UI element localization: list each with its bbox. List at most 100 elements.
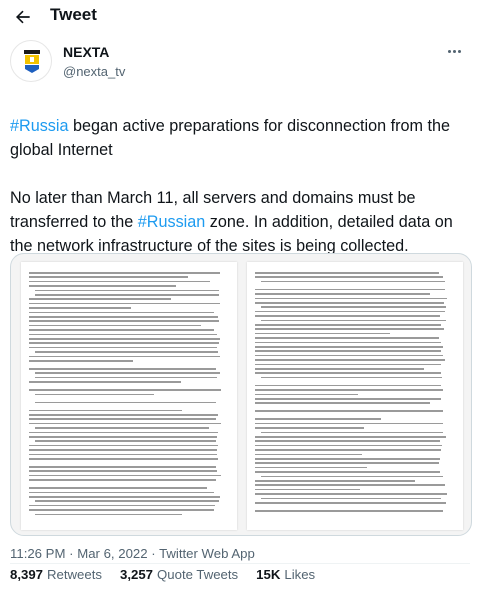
document-text-line	[29, 329, 214, 331]
document-text-line	[255, 493, 447, 495]
tweet-source[interactable]: Twitter Web App	[159, 546, 255, 561]
document-text-line	[29, 414, 218, 416]
document-page-right	[247, 262, 463, 530]
document-text-line	[255, 293, 431, 295]
document-text-line	[255, 324, 442, 326]
document-text-line	[261, 376, 442, 379]
document-text-line	[29, 496, 220, 498]
document-text-line	[29, 409, 183, 412]
document-text-line	[29, 381, 182, 383]
tweet-media-image[interactable]	[10, 253, 472, 536]
document-text-line	[29, 509, 215, 511]
meta-separator: ·	[147, 546, 160, 561]
document-text-line	[255, 384, 441, 387]
tweet-time[interactable]: 11:26 PM	[10, 546, 65, 561]
document-text-line	[29, 389, 221, 391]
document-text-line	[35, 376, 218, 379]
document-text-line	[29, 307, 132, 309]
document-text-line	[255, 510, 443, 512]
likes-label: Likes	[284, 566, 316, 582]
document-text-line	[255, 315, 441, 317]
document-text-line	[255, 458, 440, 460]
document-text-line	[35, 513, 182, 516]
hashtag-link[interactable]: #Russia	[10, 117, 68, 135]
document-text-line	[29, 418, 216, 420]
document-text-line	[261, 475, 444, 478]
document-text-line	[255, 276, 443, 278]
tweet-text-part: began active preparations for disconnect…	[10, 117, 451, 159]
document-text-line	[29, 470, 218, 472]
document-text-line	[255, 402, 430, 404]
meta-separator: ·	[65, 546, 78, 561]
document-text-line	[29, 479, 217, 481]
quote-tweets-label: Quote Tweets	[157, 566, 239, 582]
document-text-line	[255, 393, 359, 396]
tweet-stats: 8,397 Retweets 3,257 Quote Tweets 15K Likes	[10, 563, 333, 585]
likes-stat[interactable]: 15K Likes	[256, 567, 315, 582]
document-text-line	[255, 466, 367, 469]
document-text-line	[255, 288, 445, 291]
retweets-stat[interactable]: 8,397 Retweets	[10, 567, 102, 582]
document-text-line	[255, 444, 442, 447]
author-name[interactable]: NEXTA	[63, 44, 109, 60]
document-text-line	[261, 306, 446, 308]
document-text-line	[29, 355, 221, 358]
document-text-line	[255, 418, 381, 420]
document-text-line	[35, 393, 155, 396]
document-text-line	[255, 328, 444, 330]
document-text-line	[255, 297, 447, 300]
document-text-line	[29, 504, 215, 507]
document-text-line	[35, 440, 217, 442]
tweet-text: #Russia began active preparations for di…	[10, 114, 470, 258]
retweets-label: Retweets	[47, 566, 102, 582]
document-text-line	[255, 302, 445, 304]
likes-count: 15K	[256, 566, 281, 582]
document-text-line	[255, 310, 445, 313]
document-text-line	[35, 500, 219, 502]
document-text-line	[255, 359, 445, 361]
tweet-author: NEXTA @nexta_tv	[10, 40, 470, 90]
tweet-date[interactable]: Mar 6, 2022	[77, 546, 147, 561]
document-text-line	[35, 289, 219, 292]
document-text-line	[29, 466, 217, 468]
document-text-line	[255, 372, 442, 374]
document-text-line	[255, 471, 441, 473]
avatar[interactable]	[10, 40, 52, 82]
document-text-line	[261, 497, 442, 500]
document-text-line	[255, 436, 446, 438]
document-text-line	[255, 389, 444, 391]
document-text-line	[261, 280, 445, 283]
document-text-line	[29, 320, 220, 322]
document-text-line	[29, 276, 188, 278]
document-text-line	[29, 298, 172, 300]
document-text-line	[29, 458, 218, 460]
document-text-line	[35, 401, 217, 404]
document-text-line	[255, 484, 446, 486]
document-text-line	[255, 332, 391, 335]
page-title: Tweet	[50, 5, 97, 24]
arrow-left-icon	[16, 10, 30, 24]
document-text-line	[255, 350, 441, 352]
tweet-paragraph: No later than March 11, all servers and …	[10, 186, 470, 258]
quote-tweets-stat[interactable]: 3,257 Quote Tweets	[120, 567, 238, 582]
document-text-line	[29, 368, 217, 370]
document-text-line	[29, 316, 218, 318]
back-button[interactable]	[12, 6, 34, 28]
document-text-line	[29, 280, 211, 283]
document-text-line	[35, 351, 218, 353]
document-text-line	[255, 453, 363, 456]
author-handle[interactable]: @nexta_tv	[63, 64, 125, 79]
document-text-line	[255, 427, 364, 429]
document-text-line	[35, 372, 221, 374]
document-text-line	[35, 427, 209, 429]
more-options-button[interactable]	[442, 42, 466, 60]
document-text-line	[29, 272, 221, 274]
document-text-line	[255, 422, 443, 425]
document-text-line	[255, 363, 441, 366]
retweets-count: 8,397	[10, 566, 44, 582]
document-text-line	[29, 444, 218, 447]
document-text-line	[35, 294, 220, 296]
hashtag-link[interactable]: #Russian	[138, 213, 206, 231]
tweet-paragraph: #Russia began active preparations for di…	[10, 114, 470, 162]
document-text-line	[29, 324, 202, 327]
